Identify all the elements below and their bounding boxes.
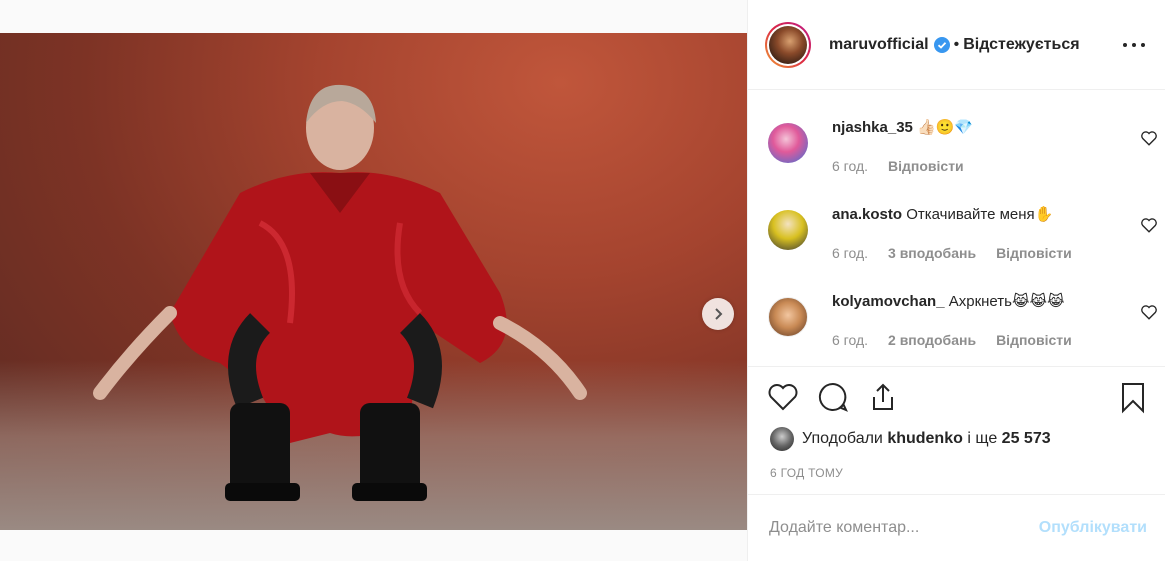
comment-like-heart-icon[interactable] xyxy=(1140,303,1158,321)
commenter-avatar[interactable] xyxy=(768,123,808,163)
photo-subject xyxy=(93,84,587,501)
author-username[interactable]: maruvofficial xyxy=(829,36,929,54)
post-image[interactable] xyxy=(0,33,747,530)
comment-likes-count[interactable]: 3 вподобань xyxy=(888,245,976,261)
verified-badge-icon xyxy=(933,36,950,53)
like-heart-icon[interactable] xyxy=(766,380,800,414)
commenter-username[interactable]: kolyamovchan_ xyxy=(832,293,945,310)
comment-text: Откачивайте меня✋ xyxy=(906,206,1054,223)
commenter-avatar[interactable] xyxy=(768,297,808,337)
liker-username[interactable]: khudenko xyxy=(887,430,963,448)
liker-avatar[interactable] xyxy=(770,427,794,451)
post-actions xyxy=(748,380,1165,420)
comment-bubble-icon[interactable] xyxy=(816,380,850,414)
post-timestamp[interactable]: 6 ГОД ТОМУ xyxy=(770,466,843,480)
likes-joiner: і ще xyxy=(967,430,998,447)
comment-like-heart-icon[interactable] xyxy=(1140,129,1158,147)
reply-button[interactable]: Відповісти xyxy=(996,332,1072,348)
comment-time: 6 год. xyxy=(832,245,869,261)
comments-list: njashka_35 👍🏻🙂💎 6 год. Відповісти ana.ko… xyxy=(748,91,1165,367)
comment-text: 👍🏻🙂💎 xyxy=(917,119,974,136)
comment-input[interactable] xyxy=(769,519,1039,537)
separator-bullet: • xyxy=(953,35,960,53)
follow-state-button[interactable]: Відстежується xyxy=(963,36,1079,54)
chevron-right-icon xyxy=(715,308,723,320)
comment-time: 6 год. xyxy=(832,158,869,174)
bookmark-icon[interactable] xyxy=(1116,380,1150,414)
likes-count[interactable]: 25 573 xyxy=(1002,430,1051,448)
post-page: maruvofficial • Відстежується njashka_35… xyxy=(0,0,1165,561)
reply-button[interactable]: Відповісти xyxy=(888,158,964,174)
commenter-avatar[interactable] xyxy=(768,210,808,250)
comment-time: 6 год. xyxy=(832,332,869,348)
next-slide-button[interactable] xyxy=(702,298,734,330)
comment-text: Ахркнеть😹😹😹 xyxy=(948,293,1065,310)
comment-like-heart-icon[interactable] xyxy=(1140,216,1158,234)
likes-prefix: Уподобали xyxy=(802,430,883,447)
publish-button[interactable]: Опублікувати xyxy=(1039,519,1147,537)
commenter-username[interactable]: njashka_35 xyxy=(832,119,913,136)
post-header: maruvofficial • Відстежується xyxy=(748,0,1165,90)
author-avatar[interactable] xyxy=(765,21,811,68)
more-options-icon[interactable] xyxy=(1123,36,1145,54)
likes-summary: Уподобали khudenko і ще 25 573 xyxy=(770,427,1051,451)
post-side-panel: maruvofficial • Відстежується njashka_35… xyxy=(747,0,1165,561)
reply-button[interactable]: Відповісти xyxy=(996,245,1072,261)
share-icon[interactable] xyxy=(866,380,900,414)
commenter-username[interactable]: ana.kosto xyxy=(832,206,902,223)
comment-likes-count[interactable]: 2 вподобань xyxy=(888,332,976,348)
add-comment-bar: Опублікувати xyxy=(748,494,1165,561)
